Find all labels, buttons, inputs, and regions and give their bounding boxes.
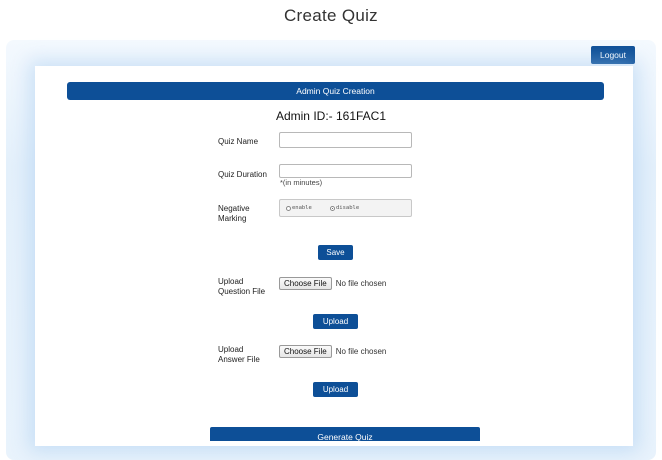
save-button[interactable]: Save [318,245,353,260]
quiz-name-input[interactable] [279,132,412,148]
radio-enable-dot[interactable] [286,205,291,211]
radio-enable[interactable]: enable [286,205,312,211]
negative-marking-radio-group: enable disable [279,199,412,217]
logout-button[interactable]: Logout [591,46,635,64]
page-title: Create Quiz [283,6,378,25]
upload-answer-label-line-1: Upload [218,345,244,354]
admin-id: Admin ID:- 161FAC1 [275,109,387,123]
answer-choose-file-button[interactable]: Choose File [279,344,332,358]
radio-disable-label: disable [336,205,360,211]
upload-question-label: Upload Question File [218,277,265,297]
generate-quiz-button[interactable]: Generate Quiz [210,427,480,441]
admin-banner: Admin Quiz Creation [67,82,604,100]
negative-marking-label-line-1: Negative [218,204,250,213]
answer-file-picker: Choose File No file chosen [279,344,386,358]
upload-question-label-line-2: Question File [218,287,266,296]
negative-marking-label-line-2: Marking [218,214,247,223]
quiz-name-label: Quiz Name [218,137,259,146]
upload-question-label-line-1: Upload [218,277,244,286]
radio-disable-dot[interactable] [330,205,335,211]
duration-hint: *(in minutes) [280,178,323,187]
answer-file-status: No file chosen [335,346,387,356]
negative-marking-label: Negative Marking [218,204,250,224]
question-file-status: No file chosen [335,278,387,288]
quiz-duration-label: Quiz Duration [218,170,267,179]
question-upload-button[interactable]: Upload [313,314,358,329]
upload-answer-label-line-2: Answer File [218,355,260,364]
question-file-picker: Choose File No file chosen [279,276,386,290]
answer-upload-button[interactable]: Upload [313,382,358,397]
question-choose-file-button[interactable]: Choose File [279,276,332,290]
upload-answer-label: Upload Answer File [218,345,260,365]
radio-enable-label: enable [292,205,312,211]
quiz-duration-input[interactable] [279,164,412,178]
radio-disable[interactable]: disable [330,205,359,211]
